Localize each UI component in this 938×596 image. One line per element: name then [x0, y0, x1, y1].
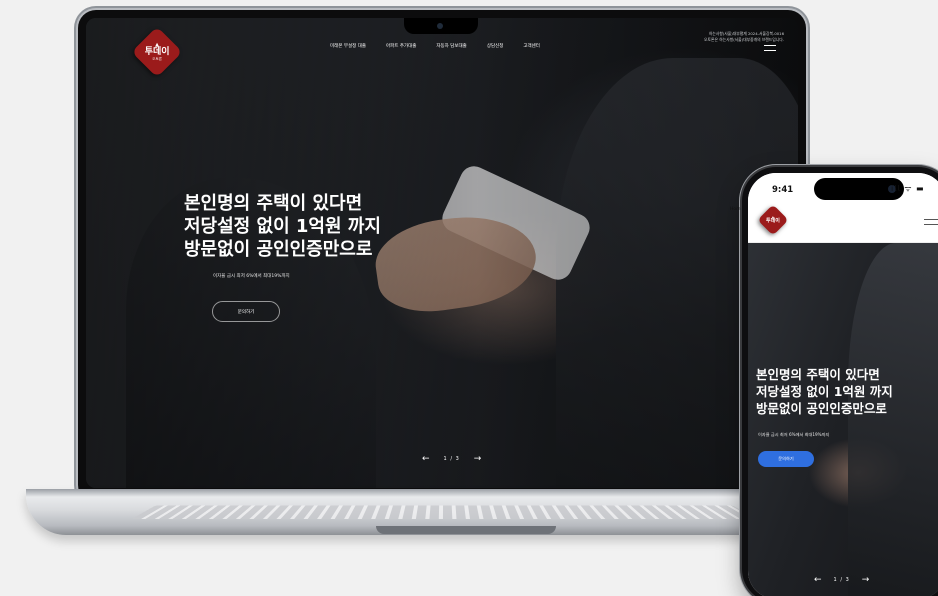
- mobile-headline-line: 방문없이 공인인증만으로: [756, 400, 887, 416]
- notice-line: 오토론은 하는사항(서울)대부중개의 브랜드입니다.: [704, 36, 784, 42]
- status-time: 9:41: [772, 185, 794, 195]
- logo-text: 투데이: [766, 218, 780, 224]
- mobile-hero-photo: [848, 243, 938, 596]
- mobile-hero-headline: 본인명의 주택이 있다면 저당설정 없이 1억원 까지 방문없이 공인인증만으로: [756, 367, 893, 418]
- laptop-screen: ▲ 투데이 오토론 미래본 부설정 대출 아파트 추가대출 자동차 담보대출 상…: [86, 18, 798, 488]
- slide-counter: 1 / 3: [443, 456, 460, 462]
- hamburger-menu-icon[interactable]: [764, 45, 776, 51]
- hero-subtext: 이자율 금시 최저 6%에서 최대19%까지: [213, 274, 290, 279]
- slide-pager: ← 1 / 3 →: [422, 454, 481, 464]
- nav-item-support[interactable]: 고객센터: [523, 43, 540, 49]
- arrow-right-icon[interactable]: →: [862, 575, 870, 585]
- mobile-hero-subtext: 이자율 금시 최저 6%에서 최대19%까지: [758, 432, 830, 437]
- mobile-hero: [748, 243, 938, 596]
- main-nav: 미래본 부설정 대출 아파트 추가대출 자동차 담보대출 상담신청 고객센터: [330, 43, 560, 49]
- mockup-stage: ▲ 투데이 오토론 미래본 부설정 대출 아파트 추가대출 자동차 담보대출 상…: [0, 0, 938, 596]
- notice-line: 하는사항(사울)대부평계 2024-서울강북-0016: [708, 31, 784, 36]
- status-bar: 9:41 𝗂𝗅𝗅 ᯤ ▬: [748, 173, 938, 203]
- arrow-right-icon[interactable]: →: [474, 454, 482, 464]
- arrow-left-icon[interactable]: ←: [422, 454, 430, 464]
- hero-headline-line: 저당설정 없이 1억원 까지: [184, 216, 381, 238]
- inquiry-button[interactable]: 문의하기: [212, 301, 280, 322]
- hero-headline-line: 방문없이 공인인증만으로: [184, 239, 373, 261]
- logo-subtext: 오토론: [152, 56, 162, 61]
- nav-item-consult[interactable]: 상담신청: [487, 43, 504, 49]
- arrow-left-icon[interactable]: ←: [814, 575, 822, 585]
- home-label: Hom: [730, 207, 741, 212]
- nav-item-mortgage[interactable]: 미래본 부설정 대출: [330, 43, 366, 49]
- mobile-slide-counter: 1 / 3: [833, 577, 850, 583]
- nav-item-apartment[interactable]: 아파트 추가대출: [386, 43, 416, 49]
- nav-item-car-loan[interactable]: 자동차 담보대출: [436, 43, 466, 49]
- laptop-notch: [404, 18, 478, 34]
- camera-icon: [437, 23, 443, 29]
- laptop-hinge: [376, 526, 556, 534]
- mobile-slide-pager: ← 1 / 3 →: [814, 575, 869, 585]
- laptop-lid: ▲ 투데이 오토론 미래본 부설정 대출 아파트 추가대출 자동차 담보대출 상…: [78, 10, 806, 503]
- phone-screen: 9:41 𝗂𝗅𝗅 ᯤ ▬ ▲ 투데이 본인명의 주택이 있다면 저당설정 없이: [748, 173, 938, 596]
- signal-wifi-battery-icon: 𝗂𝗅𝗅 ᯤ ▬: [891, 184, 925, 193]
- mobile-inquiry-button[interactable]: 문의하기: [758, 451, 814, 467]
- phone-frame: 9:41 𝗂𝗅𝗅 ᯤ ▬ ▲ 투데이 본인명의 주택이 있다면 저당설정 없이: [742, 167, 938, 596]
- logo-text: 투데이: [144, 46, 170, 57]
- mobile-headline-line: 본인명의 주택이 있다면: [756, 367, 880, 382]
- mobile-header: ▲ 투데이: [748, 203, 938, 243]
- mobile-hamburger-menu-icon[interactable]: [924, 219, 938, 225]
- laptop-keyboard: [132, 505, 756, 519]
- hero-headline-line: 본인명의 주택이 있다면: [184, 193, 363, 214]
- registration-notice: 하는사항(사울)대부평계 2024-서울강북-0016 오토론은 하는사항(서울…: [704, 31, 784, 42]
- mobile-headline-line: 저당설정 없이 1억원 까지: [756, 383, 893, 399]
- hero-headline: 본인명의 주택이 있다면 저당설정 없이 1억원 까지 방문없이 공인인증만으로: [184, 192, 381, 261]
- mobile-brand-logo[interactable]: ▲ 투데이: [757, 204, 789, 236]
